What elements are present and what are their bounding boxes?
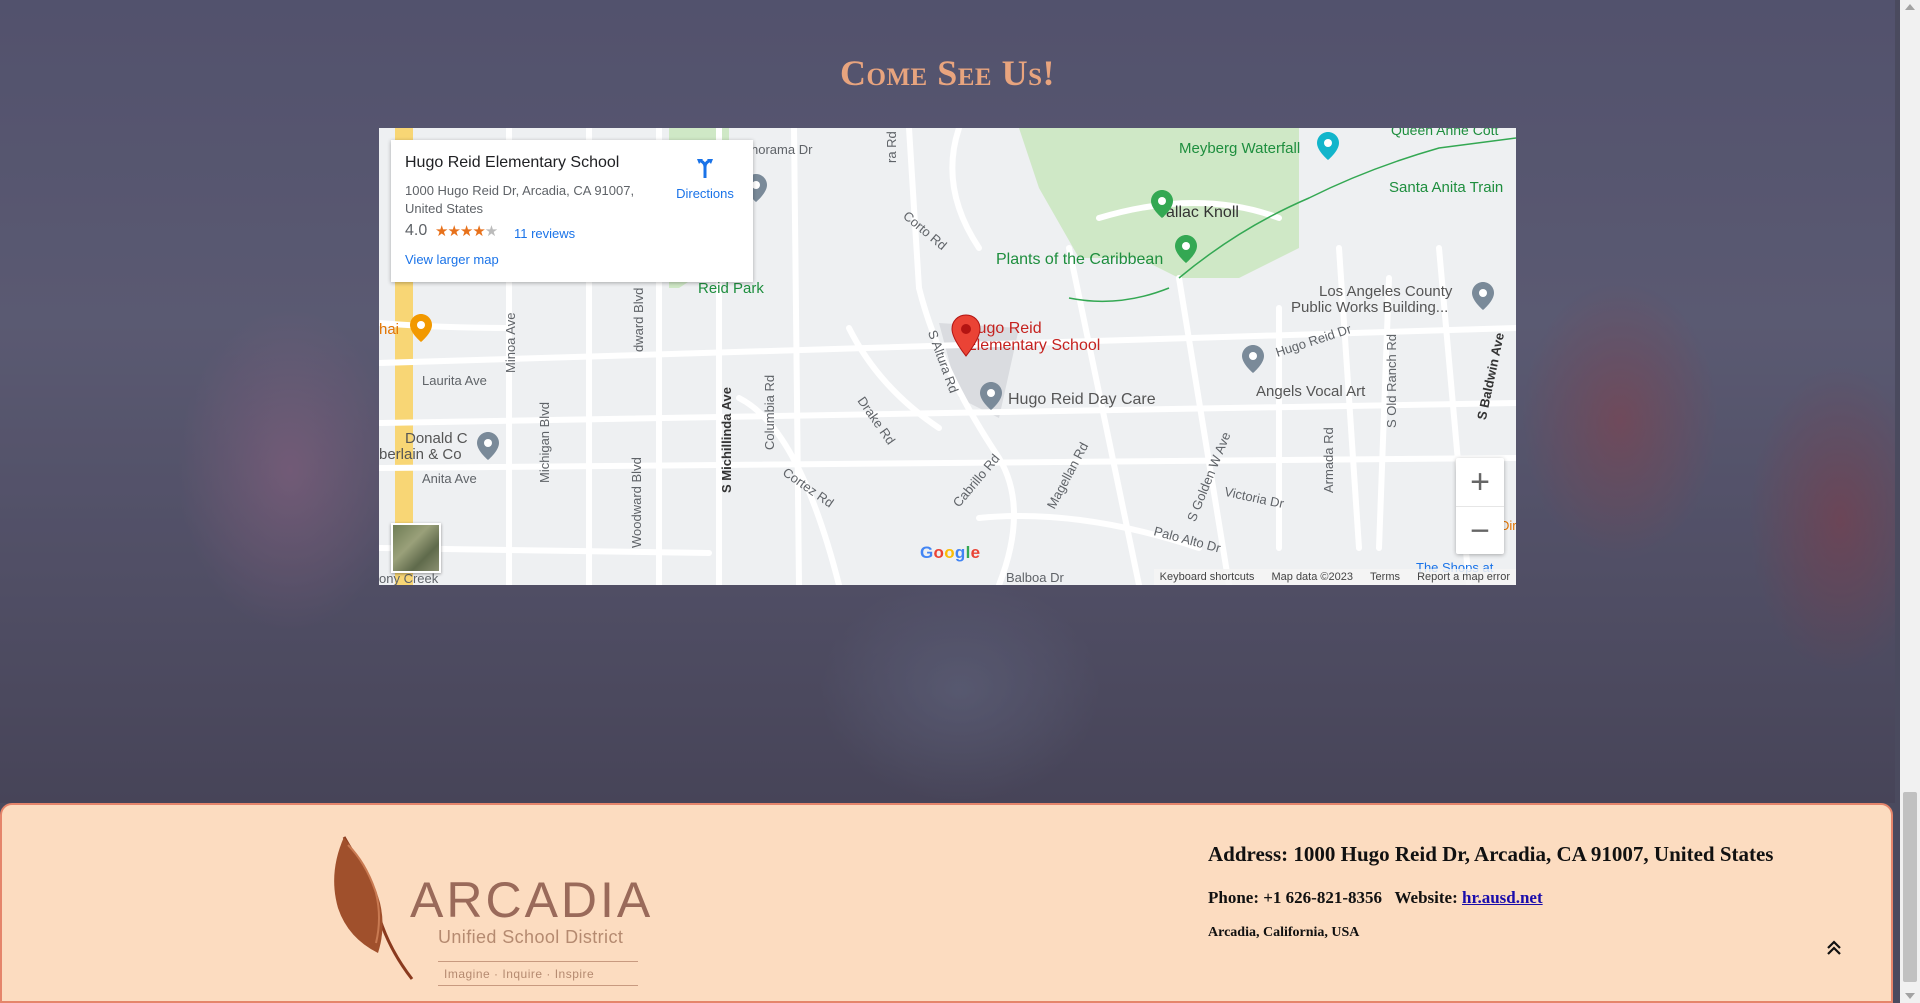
- building-marker-icon[interactable]: [1471, 281, 1495, 311]
- label-day-care: Hugo Reid Day Care: [1008, 391, 1156, 408]
- logo-wordmark: ARCADIA: [410, 872, 654, 928]
- label-la-county-1: Los Angeles County: [1319, 283, 1453, 300]
- view-larger-map-link[interactable]: View larger map: [405, 252, 499, 267]
- reviews-link[interactable]: 11 reviews: [514, 226, 575, 241]
- footer-contact: Phone: +1 626-821-8356 Website: hr.ausd.…: [1208, 888, 1543, 908]
- camera-marker-icon[interactable]: [1316, 131, 1340, 161]
- label-meyberg: Meyberg Waterfall: [1179, 140, 1301, 157]
- website-link[interactable]: hr.ausd.net: [1462, 888, 1543, 907]
- district-logo[interactable]: ARCADIA Unified School District Imagine …: [326, 833, 656, 986]
- place-rating: 4.0: [405, 222, 428, 239]
- label-donald-1: Donald C: [405, 430, 468, 447]
- label-thai: hai: [379, 321, 400, 338]
- label-anita: Anita Ave: [422, 471, 477, 486]
- satellite-toggle[interactable]: [391, 523, 441, 573]
- terms-link[interactable]: Terms: [1370, 571, 1400, 583]
- map-attribution: Keyboard shortcuts Map data ©2023 Terms …: [1153, 569, 1516, 585]
- scroll-to-top-icon[interactable]: [1824, 938, 1844, 958]
- map-data-text: Map data ©2023: [1271, 571, 1353, 583]
- website-label: Website:: [1394, 888, 1458, 907]
- page-scrollbar[interactable]: [1900, 0, 1920, 1003]
- restaurant-marker-icon[interactable]: [409, 313, 433, 343]
- label-laurita: Laurita Ave: [422, 373, 487, 388]
- label-dward: dward Blvd: [631, 287, 646, 352]
- directions-label: Directions: [676, 186, 734, 201]
- label-balboa: Balboa Dr: [1006, 570, 1064, 585]
- place-name: Hugo Reid Elementary School: [405, 154, 620, 171]
- keyboard-shortcuts-link[interactable]: Keyboard shortcuts: [1160, 571, 1255, 583]
- scrollbar-thumb[interactable]: [1903, 792, 1917, 982]
- label-queen-anne: Queen Anne Cott: [1391, 128, 1499, 138]
- label-ra-rd: ra Rd: [884, 131, 899, 163]
- map-pin-icon[interactable]: [951, 314, 981, 358]
- label-panorama: norama Dr: [751, 142, 813, 157]
- section-title: Come See Us!: [840, 53, 1055, 93]
- label-old-ranch: S Old Ranch Rd: [1384, 334, 1399, 428]
- scroll-up-icon[interactable]: [1905, 4, 1915, 10]
- footer-phone: Phone: +1 626-821-8356: [1208, 888, 1383, 907]
- zoom-in-button[interactable]: +: [1456, 458, 1504, 506]
- poi-marker-icon[interactable]: [1241, 344, 1265, 374]
- park-marker-icon[interactable]: [1150, 189, 1174, 219]
- label-s-michillinda: S Michillinda Ave: [719, 387, 734, 493]
- poi-marker-icon[interactable]: [979, 381, 1003, 411]
- place-address: 1000 Hugo Reid Dr, Arcadia, CA 91007, Un…: [405, 183, 635, 216]
- label-angels-vocal-art: Angels Vocal Art: [1256, 383, 1366, 400]
- rating-stars: ★★★★★: [435, 223, 498, 240]
- label-woodward: Woodward Blvd: [629, 457, 644, 548]
- directions-icon: [697, 159, 713, 178]
- zoom-out-button[interactable]: −: [1456, 506, 1504, 555]
- label-pony-creek: ony Creek: [379, 571, 439, 585]
- footer-location: Arcadia, California, USA: [1208, 925, 1360, 940]
- logo-divider: [438, 985, 638, 986]
- label-pin-line-2: Elementary School: [966, 337, 1101, 354]
- site-footer: ARCADIA Unified School District Imagine …: [0, 803, 1893, 1003]
- logo-divider: [438, 961, 638, 962]
- poi-marker-icon[interactable]: [476, 431, 500, 461]
- footer-address: Address: 1000 Hugo Reid Dr, Arcadia, CA …: [1208, 842, 1774, 866]
- place-info-card: Hugo Reid Elementary School 1000 Hugo Re…: [391, 140, 753, 282]
- label-columbia: Columbia Rd: [762, 374, 777, 450]
- logo-subtitle: Unified School District: [438, 927, 624, 947]
- label-la-county-2: Public Works Building...: [1291, 299, 1449, 316]
- zoom-controls: + −: [1456, 458, 1504, 554]
- label-donald-2: berlain & Co: [379, 446, 462, 463]
- label-plants: Plants of the Caribbean: [996, 251, 1164, 268]
- google-map-embed[interactable]: Meyberg Waterfall Queen Anne Cott Santa …: [379, 128, 1516, 585]
- label-reid-park: Reid Park: [698, 280, 764, 297]
- scroll-down-icon[interactable]: [1905, 993, 1915, 999]
- feather-logo-icon: [334, 836, 414, 980]
- label-santa-anita: Santa Anita Train: [1389, 179, 1504, 196]
- label-minoa: Minoa Ave: [503, 312, 518, 373]
- google-logo: Google: [920, 543, 981, 562]
- directions-button[interactable]: Directions: [665, 156, 745, 201]
- report-error-link[interactable]: Report a map error: [1417, 571, 1510, 583]
- logo-tagline: Imagine · Inquire · Inspire: [444, 967, 595, 981]
- label-michigan: Michigan Blvd: [537, 402, 552, 483]
- label-armada: Armada Rd: [1321, 427, 1336, 493]
- park-marker-icon[interactable]: [1174, 234, 1198, 264]
